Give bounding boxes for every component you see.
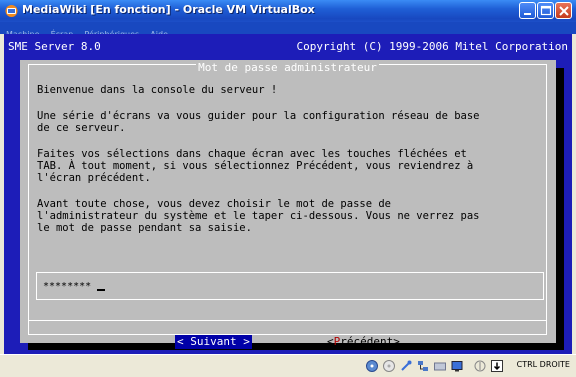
hard-disk-icon[interactable] (365, 359, 379, 373)
keyboard-capture-icon[interactable] (490, 359, 504, 373)
text-cursor (97, 289, 106, 291)
vm-console-screen[interactable]: SME Server 8.0 Copyright (C) 1999-2006 M… (4, 34, 572, 354)
password-input[interactable]: ******** (36, 272, 544, 300)
password-line-1: Avant toute chose, vous devez choisir le… (37, 198, 392, 210)
usb-icon[interactable] (399, 359, 413, 373)
minimize-button[interactable] (519, 2, 536, 19)
welcome-line: Bienvenue dans la console du serveur ! (37, 84, 278, 96)
mouse-integration-icon[interactable] (473, 359, 487, 373)
previous-button[interactable]: <Précédent> (327, 335, 400, 349)
minimize-icon (524, 13, 531, 15)
password-line-2: l'administrateur du système et le taper … (37, 210, 480, 222)
maximize-icon (540, 5, 552, 16)
intro-line-2: de ce serveur. (37, 122, 126, 134)
intro-line-1: Une série d'écrans va vous guider pour l… (37, 110, 480, 122)
optical-drive-icon[interactable] (382, 359, 396, 373)
close-icon (559, 6, 569, 16)
host-key-label: CTRL DROITE (516, 360, 570, 369)
console-header-copyright: Copyright (C) 1999-2006 Mitel Corporatio… (296, 40, 568, 53)
button-separator (28, 320, 547, 321)
admin-password-dialog: Mot de passe administrateur Bienvenue da… (20, 60, 556, 349)
status-bar: CTRL DROITE (0, 354, 576, 377)
shared-folders-icon[interactable] (433, 359, 447, 373)
virtualbox-window: MediaWiki [En fonction] - Oracle VM Virt… (0, 0, 576, 377)
password-line-3: le mot de passe pendant sa saisie. (37, 222, 252, 234)
console-header-product: SME Server 8.0 (8, 40, 101, 53)
nav-line-2: TAB. À tout moment, si vous sélectionnez… (37, 160, 474, 172)
password-masked-value: ******** (43, 281, 92, 292)
nav-line-1: Faites vos sélections dans chaque écran … (37, 148, 467, 160)
title-bar[interactable]: MediaWiki [En fonction] - Oracle VM Virt… (0, 0, 576, 22)
next-button[interactable]: < Suivant > (175, 335, 252, 349)
dialog-title: Mot de passe administrateur (196, 61, 379, 74)
close-button[interactable] (555, 2, 572, 19)
display-icon[interactable] (450, 359, 464, 373)
window-title: MediaWiki [En fonction] - Oracle VM Virt… (22, 3, 315, 16)
previous-button-open: < (327, 335, 334, 348)
maximize-button[interactable] (537, 2, 554, 19)
nav-line-3: l'écran précédent. (37, 172, 151, 184)
menu-bar: Machine Écran Périphériques Aide (0, 22, 576, 39)
previous-button-rest: récédent> (340, 335, 400, 348)
virtualbox-app-icon (5, 5, 18, 17)
network-icon[interactable] (416, 359, 430, 373)
